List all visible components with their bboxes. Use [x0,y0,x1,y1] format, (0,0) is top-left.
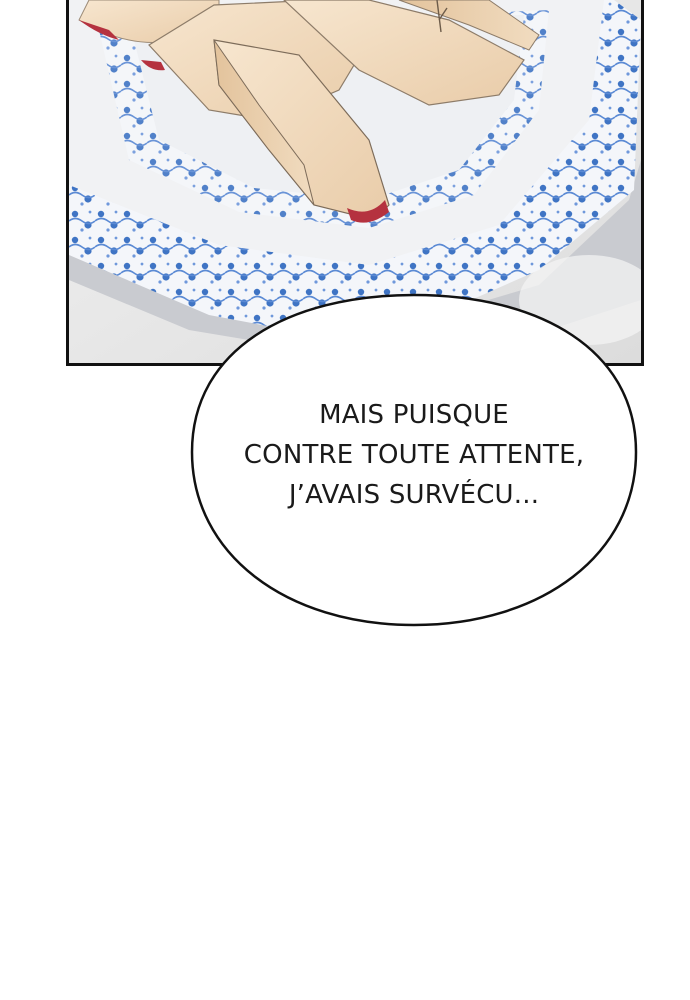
comic-page: MAIS PUISQUE CONTRE TOUTE ATTENTE, J’AVA… [0,0,690,1000]
speech-line-1: MAIS PUISQUE [319,400,509,430]
speech-bubble: MAIS PUISQUE CONTRE TOUTE ATTENTE, J’AVA… [190,292,638,628]
speech-line-2: CONTRE TOUTE ATTENTE, [243,440,585,470]
speech-bubble-text: MAIS PUISQUE CONTRE TOUTE ATTENTE, J’AVA… [210,395,618,515]
speech-line-3: J’AVAIS SURVÉCU... [288,480,540,510]
